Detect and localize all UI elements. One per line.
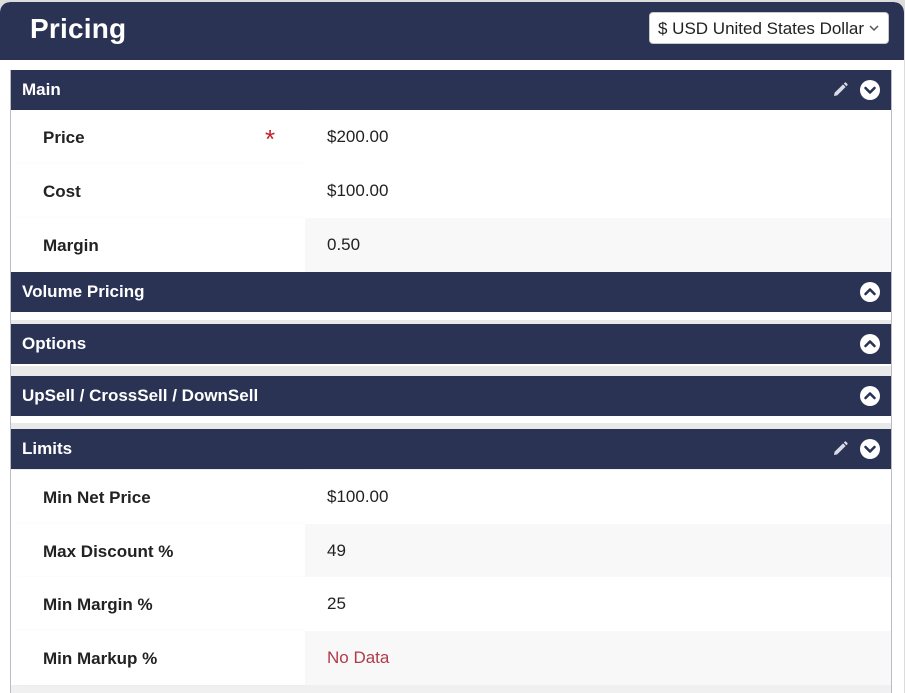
table-row: Min Net Price $100.00: [11, 470, 891, 524]
table-row: Price * $200.00: [11, 110, 891, 164]
page-header: Pricing $ USD United States Dollar: [0, 2, 904, 60]
min-markup-value: No Data: [327, 648, 390, 667]
row-label-min-markup: Min Markup %: [43, 649, 158, 668]
chevron-up-circle-icon[interactable]: [859, 385, 881, 407]
section-header-limits[interactable]: Limits: [11, 429, 891, 469]
pricing-panel: Main Price * $200.00 Cost $100.00 Margin: [10, 70, 892, 693]
min-net-price-value: $100.00: [327, 487, 389, 506]
price-value: $200.00: [327, 127, 389, 146]
pencil-icon[interactable]: [831, 440, 849, 458]
required-asterisk-icon: *: [265, 124, 276, 154]
table-row: Min Margin % 25: [11, 577, 891, 631]
pencil-icon[interactable]: [831, 81, 849, 99]
currency-select-value: $ USD United States Dollar: [658, 19, 864, 38]
table-row: Min Markup % No Data: [11, 631, 891, 685]
section-title-options: Options: [22, 334, 87, 353]
chevron-down-circle-icon[interactable]: [859, 438, 881, 460]
section-title-upsell: UpSell / CrossSell / DownSell: [22, 386, 259, 405]
section-title-limits: Limits: [22, 439, 73, 458]
row-label-margin: Margin: [43, 236, 99, 255]
chevron-up-circle-icon[interactable]: [859, 281, 881, 303]
chevron-down-circle-icon[interactable]: [859, 79, 881, 101]
cost-value: $100.00: [327, 181, 389, 200]
section-header-main[interactable]: Main: [11, 70, 891, 110]
min-margin-value: 25: [327, 594, 346, 613]
section-header-options[interactable]: Options: [11, 324, 891, 364]
row-label-cost: Cost: [43, 182, 81, 201]
row-label-max-discount: Max Discount %: [43, 542, 174, 561]
table-row: Max Discount % 49: [11, 524, 891, 578]
section-title-volume-pricing: Volume Pricing: [22, 282, 145, 301]
margin-value: 0.50: [327, 235, 361, 254]
section-header-volume-pricing[interactable]: Volume Pricing: [11, 272, 891, 312]
table-row: Margin 0.50: [11, 218, 891, 272]
section-header-upsell[interactable]: UpSell / CrossSell / DownSell: [11, 376, 891, 416]
row-label-price: Price: [43, 128, 85, 147]
chevron-up-circle-icon[interactable]: [859, 333, 881, 355]
page-title: Pricing: [30, 13, 127, 44]
chevron-down-icon: [869, 25, 879, 32]
currency-select[interactable]: $ USD United States Dollar: [649, 12, 889, 44]
table-row: Cost $100.00: [11, 164, 891, 218]
section-title-main: Main: [22, 80, 61, 99]
row-label-min-net-price: Min Net Price: [43, 488, 151, 507]
row-label-min-margin: Min Margin %: [43, 595, 153, 614]
max-discount-value: 49: [327, 541, 346, 560]
